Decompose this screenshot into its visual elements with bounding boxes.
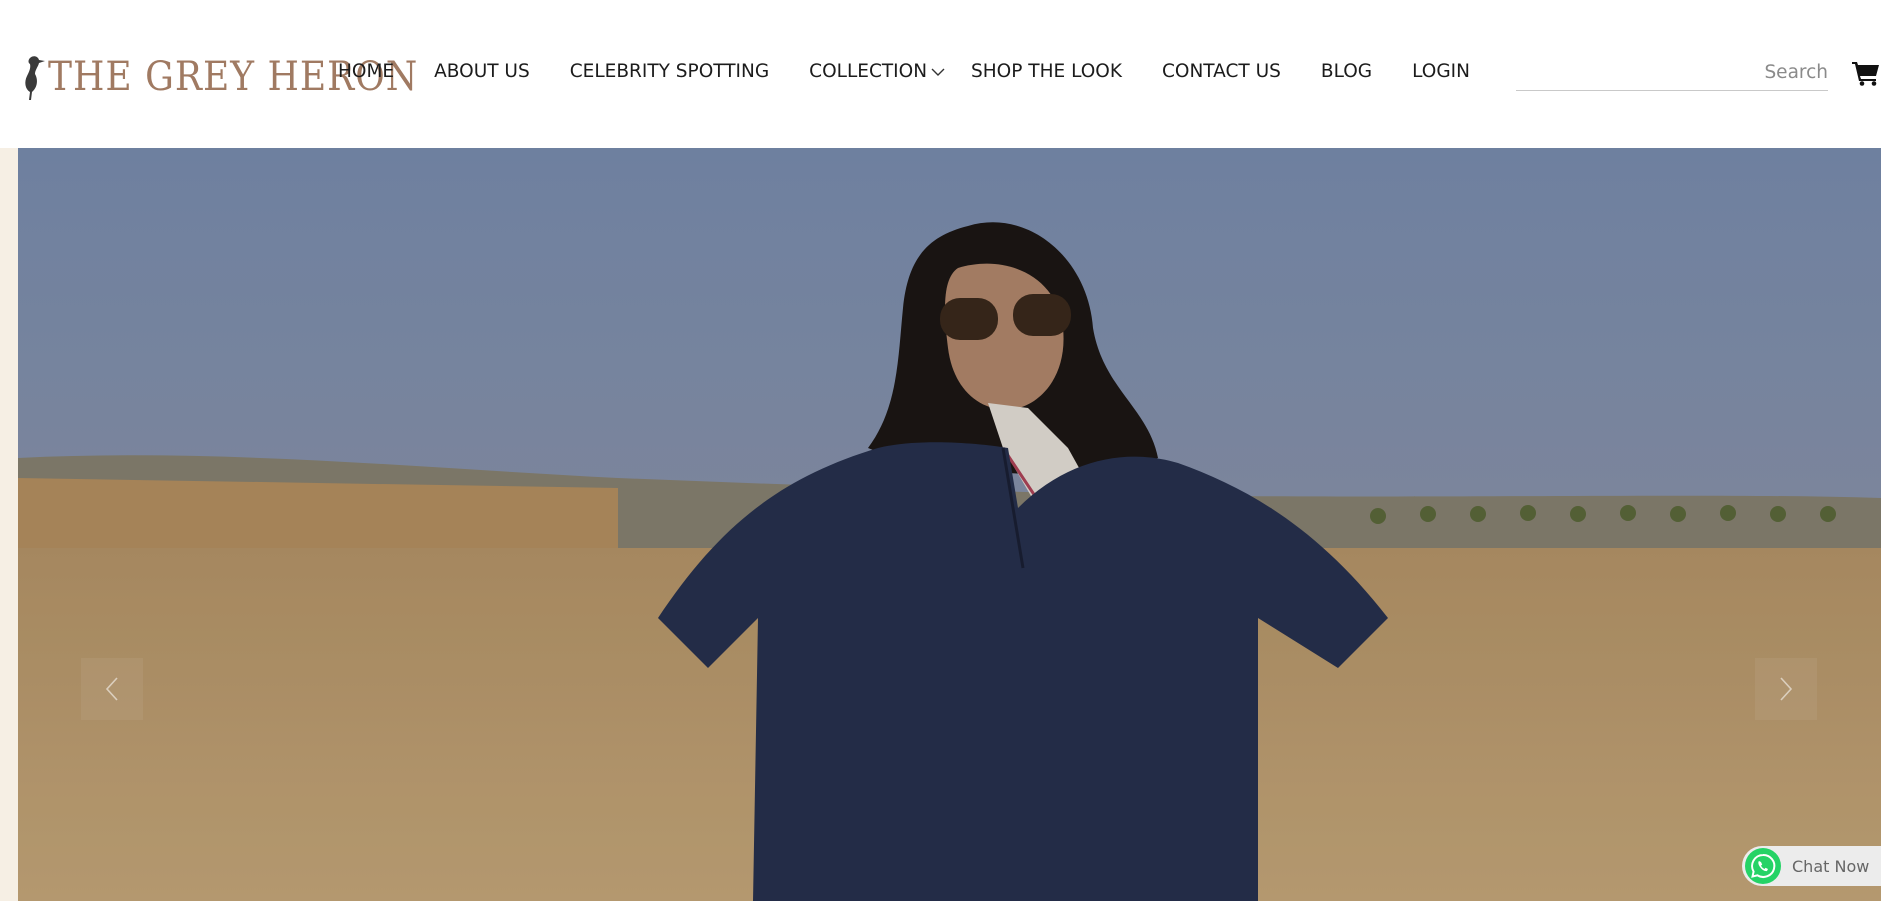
chevron-right-icon: [1780, 677, 1793, 701]
chevron-down-icon: [931, 68, 945, 76]
nav-shop-the-look-label: SHOP THE LOOK: [971, 61, 1122, 82]
nav-blog-label: BLOG: [1320, 61, 1373, 82]
hero-overlay: [18, 148, 1881, 901]
nav-collection-label: COLLECTION: [809, 61, 928, 82]
chat-now-label: Chat Now: [1792, 856, 1870, 876]
heron-logo-icon: [25, 56, 45, 100]
chevron-left-icon: [105, 677, 118, 701]
nav-about-us-label: ABOUT US: [434, 61, 530, 82]
nav-contact-us-label: CONTACT US: [1161, 61, 1281, 82]
nav-collection[interactable]: COLLECTION: [809, 58, 945, 86]
nav-contact-us[interactable]: CONTACT US: [1162, 58, 1281, 86]
nav-shop-the-look[interactable]: SHOP THE LOOK: [971, 58, 1122, 86]
left-accent-strip: [0, 148, 18, 901]
search-input[interactable]: [1516, 56, 1828, 88]
nav-home-label: HOME: [338, 61, 395, 82]
cart-icon[interactable]: [1852, 60, 1880, 86]
slider-prev-button[interactable]: [81, 658, 143, 720]
search-box: [1516, 56, 1828, 91]
nav-celebrity-spotting-label: CELEBRITY SPOTTING: [569, 61, 770, 82]
nav-login[interactable]: LOGIN: [1412, 58, 1470, 86]
nav-login-label: LOGIN: [1412, 61, 1470, 82]
hero-banner: [18, 148, 1881, 901]
site-header: THE GREY HERON HOME ABOUT US CELEBRITY S…: [0, 0, 1881, 148]
nav-home[interactable]: HOME: [338, 58, 394, 86]
slider-next-button[interactable]: [1755, 658, 1817, 720]
nav-celebrity-spotting[interactable]: CELEBRITY SPOTTING: [570, 58, 769, 86]
nav-about-us[interactable]: ABOUT US: [434, 58, 530, 86]
whatsapp-icon: [1745, 848, 1781, 884]
nav-blog[interactable]: BLOG: [1321, 58, 1372, 86]
main-nav: HOME ABOUT US CELEBRITY SPOTTING COLLECT…: [338, 58, 1510, 86]
chat-now-button[interactable]: Chat Now: [1742, 846, 1881, 886]
